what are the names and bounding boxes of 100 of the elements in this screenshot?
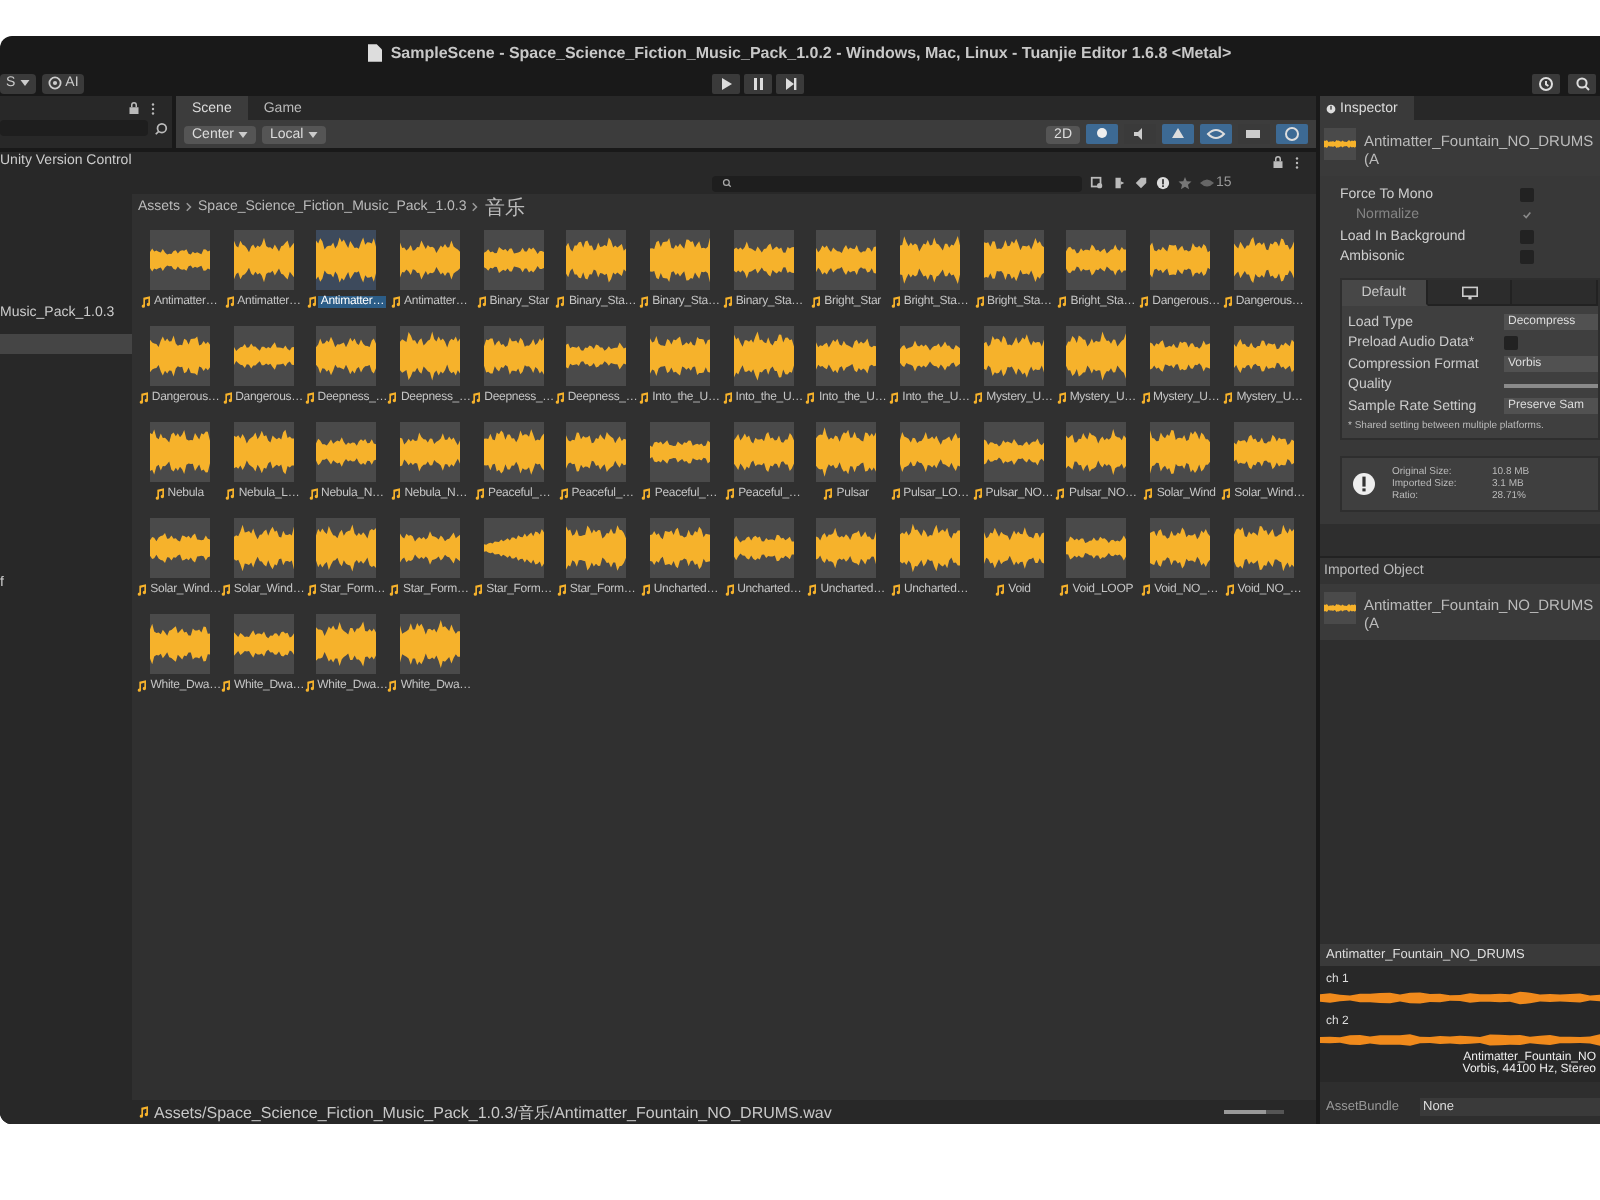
music-note-icon xyxy=(557,488,568,500)
waveform-thumbnail[interactable] xyxy=(399,230,460,290)
waveform-thumbnail[interactable] xyxy=(483,326,544,386)
checkbox[interactable] xyxy=(1504,336,1518,351)
waveform-thumbnail[interactable] xyxy=(316,230,377,290)
lock-icon[interactable] xyxy=(1272,156,1284,168)
music-note-icon xyxy=(638,296,649,308)
waveform-thumbnail[interactable] xyxy=(233,422,294,482)
waveform-thumbnail[interactable] xyxy=(149,326,210,386)
menu-icon[interactable] xyxy=(150,101,156,115)
waveform-thumbnail[interactable] xyxy=(566,230,627,290)
waveform-thumbnail[interactable] xyxy=(649,230,710,290)
visibility-toggle-icon[interactable] xyxy=(1200,124,1232,144)
waveform-thumbnail[interactable] xyxy=(733,422,794,482)
waveform-thumbnail[interactable] xyxy=(483,518,544,578)
waveform-thumbnail[interactable] xyxy=(816,518,877,578)
music-note-icon xyxy=(973,296,984,308)
lock-icon[interactable] xyxy=(128,102,140,114)
waveform-thumbnail[interactable] xyxy=(1150,518,1211,578)
waveform-thumbnail[interactable] xyxy=(1150,422,1211,482)
effects-toggle-icon[interactable] xyxy=(1162,124,1194,144)
star-icon[interactable] xyxy=(1178,176,1192,190)
filter-icon[interactable] xyxy=(1090,176,1104,190)
waveform-thumbnail[interactable] xyxy=(816,422,877,482)
waveform-thumbnail[interactable] xyxy=(233,614,294,674)
waveform-thumbnail[interactable] xyxy=(1150,326,1211,386)
caret-icon xyxy=(19,80,30,86)
waveform-thumbnail[interactable] xyxy=(399,422,460,482)
waveform-thumbnail[interactable] xyxy=(900,518,961,578)
waveform-thumbnail[interactable] xyxy=(483,230,544,290)
music-note-icon xyxy=(1221,296,1232,308)
waveform-thumbnail[interactable] xyxy=(1066,422,1127,482)
waveform-thumbnail[interactable] xyxy=(983,326,1044,386)
waveform-thumbnail[interactable] xyxy=(733,326,794,386)
play-icon[interactable] xyxy=(712,73,741,93)
waveform-thumbnail[interactable] xyxy=(566,518,627,578)
step-icon[interactable] xyxy=(776,73,805,93)
waveform-thumbnail[interactable] xyxy=(1150,230,1211,290)
waveform-thumbnail[interactable] xyxy=(149,230,210,290)
waveform-thumbnail[interactable] xyxy=(483,422,544,482)
waveform-thumbnail[interactable] xyxy=(1233,326,1294,386)
waveform-thumbnail[interactable] xyxy=(1233,518,1294,578)
waveform-thumbnail[interactable] xyxy=(649,518,710,578)
checkmark-icon xyxy=(1522,210,1532,221)
waveform-thumbnail[interactable] xyxy=(1066,326,1127,386)
music-note-icon xyxy=(386,392,397,404)
search-icon[interactable] xyxy=(154,121,168,135)
waveform-thumbnail[interactable] xyxy=(733,518,794,578)
waveform-thumbnail[interactable] xyxy=(233,326,294,386)
waveform-thumbnail[interactable] xyxy=(316,518,377,578)
gizmos-toggle-icon[interactable] xyxy=(1276,124,1308,144)
waveform-thumbnail[interactable] xyxy=(983,230,1044,290)
waveform-thumbnail[interactable] xyxy=(1233,230,1294,290)
waveform-thumbnail[interactable] xyxy=(900,326,961,386)
type-filter-icon[interactable] xyxy=(1112,176,1126,190)
music-note-icon xyxy=(219,680,230,692)
music-note-icon xyxy=(638,392,649,404)
waveform-thumbnail[interactable] xyxy=(233,518,294,578)
waveform-thumbnail[interactable] xyxy=(816,230,877,290)
waveform-thumbnail[interactable] xyxy=(983,518,1044,578)
waveform-thumbnail[interactable] xyxy=(566,422,627,482)
waveform-thumbnail[interactable] xyxy=(649,422,710,482)
waveform-thumbnail[interactable] xyxy=(900,422,961,482)
waveform-thumbnail[interactable] xyxy=(733,230,794,290)
waveform-thumbnail xyxy=(1324,591,1356,623)
search-icon xyxy=(722,178,732,188)
waveform-thumbnail[interactable] xyxy=(1066,230,1127,290)
waveform-thumbnail[interactable] xyxy=(316,422,377,482)
tag-icon[interactable] xyxy=(1134,176,1148,190)
waveform-thumbnail[interactable] xyxy=(233,230,294,290)
waveform-thumbnail[interactable] xyxy=(649,326,710,386)
music-note-icon xyxy=(136,680,147,692)
waveform-thumbnail[interactable] xyxy=(900,230,961,290)
breadcrumb-link[interactable]: 音乐 xyxy=(484,193,525,221)
waveform-thumbnail[interactable] xyxy=(149,422,210,482)
history-icon[interactable] xyxy=(1532,73,1560,93)
waveform-thumbnail[interactable] xyxy=(399,518,460,578)
waveform-thumbnail[interactable] xyxy=(399,326,460,386)
warning-icon[interactable] xyxy=(1156,176,1170,190)
waveform-thumbnail[interactable] xyxy=(816,326,877,386)
pause-icon[interactable] xyxy=(744,73,773,93)
project-search-field[interactable] xyxy=(712,175,1082,191)
waveform-thumbnail[interactable] xyxy=(1066,518,1127,578)
waveform-thumbnail[interactable] xyxy=(316,326,377,386)
music-note-icon xyxy=(1222,392,1233,404)
menu-icon[interactable] xyxy=(1294,155,1300,169)
waveform-thumbnail[interactable] xyxy=(1233,422,1294,482)
info-icon xyxy=(1326,103,1336,113)
waveform-thumbnail[interactable] xyxy=(149,614,210,674)
waveform-thumbnail[interactable] xyxy=(983,422,1044,482)
waveform-thumbnail[interactable] xyxy=(399,614,460,674)
platform-tab[interactable] xyxy=(1427,280,1513,306)
search-icon[interactable] xyxy=(1568,73,1596,93)
light-toggle-icon[interactable] xyxy=(1086,124,1118,144)
waveform-thumbnail[interactable] xyxy=(316,614,377,674)
music-note-icon xyxy=(223,296,234,308)
music-note-icon xyxy=(723,584,734,596)
quality-slider[interactable] xyxy=(1504,383,1598,388)
waveform-thumbnail[interactable] xyxy=(566,326,627,386)
waveform-thumbnail[interactable] xyxy=(149,518,210,578)
